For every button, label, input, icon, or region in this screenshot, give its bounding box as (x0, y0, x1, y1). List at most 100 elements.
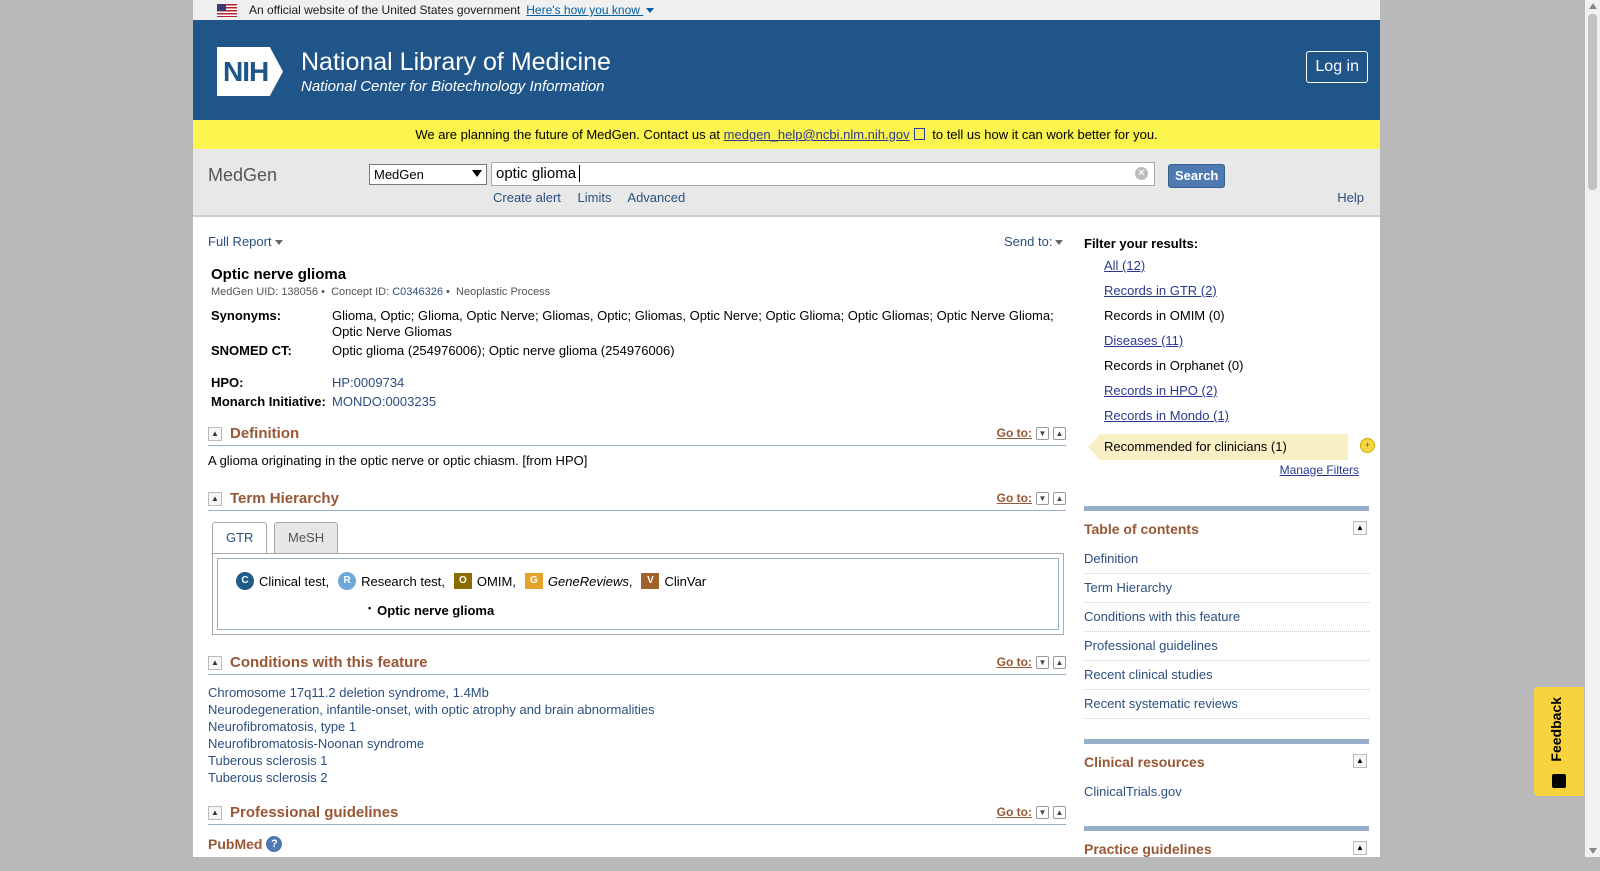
toc-item[interactable]: Recent systematic reviews (1084, 690, 1369, 719)
pubmed-heading: PubMed ? (208, 836, 283, 852)
search-input[interactable]: optic glioma ✕ (491, 162, 1155, 186)
clinicaltrials-link[interactable]: ClinicalTrials.gov (1084, 778, 1369, 806)
filter-omim: Records in OMIM (0) (1104, 308, 1225, 323)
chevron-down-icon (646, 8, 655, 13)
filter-gtr[interactable]: Records in GTR (2) (1104, 283, 1217, 298)
filter-all[interactable]: All (12) (1104, 258, 1145, 273)
copy-icon[interactable] (913, 128, 925, 140)
banner-text-after: to tell us how it can work better for yo… (932, 127, 1158, 142)
collapse-icon[interactable]: ▲ (1353, 841, 1367, 855)
toc-title: Table of contents (1084, 521, 1199, 537)
next-section-icon[interactable]: ▼ (1036, 656, 1049, 669)
search-button[interactable]: Search (1168, 164, 1226, 188)
goto-link[interactable]: Go to: (997, 805, 1032, 819)
us-flag-icon (217, 3, 237, 17)
collapse-icon[interactable]: ▲ (208, 656, 222, 670)
collapse-icon[interactable]: ▲ (208, 806, 222, 820)
clear-icon[interactable]: ✕ (1135, 167, 1148, 180)
ncbi-subtitle: National Center for Biotechnology Inform… (301, 78, 605, 95)
legend-comma: , (628, 573, 633, 589)
manage-filters-link[interactable]: Manage Filters (1280, 463, 1359, 477)
feedback-button[interactable]: Feedback (1534, 687, 1584, 796)
bullet-icon: • (368, 603, 372, 613)
scrollbar[interactable] (1585, 0, 1600, 857)
next-section-icon[interactable]: ▼ (1036, 806, 1049, 819)
scroll-up-icon[interactable] (1589, 3, 1597, 9)
hierarchy-area: GTR MeSH C Clinical test, R Research tes… (208, 228, 1066, 648)
toc-item[interactable]: Professional guidelines (1084, 632, 1369, 661)
practice-portlet: Practice guidelines ▲ (1084, 826, 1369, 871)
condition-link[interactable]: Neurofibromatosis, type 1 (208, 718, 655, 735)
genereviews-badge: G (524, 573, 543, 589)
gov-banner-text: An official website of the United States… (249, 3, 521, 17)
filter-title: Filter your results: (1084, 236, 1199, 251)
omim-label: OMIM, (476, 573, 516, 589)
guidelines-section-header: ▲ Professional guidelines Go to: ▼ ▲ (208, 804, 1066, 825)
research-test-label: Research test, (361, 573, 445, 589)
tab-mesh[interactable]: MeSH (274, 522, 339, 553)
toc-item[interactable]: Definition (1084, 545, 1369, 574)
toc-portlet: Table of contents ▲ Definition Term Hier… (1084, 506, 1369, 721)
banner-email-link[interactable]: medgen_help@ncbi.nlm.nih.gov (724, 127, 910, 142)
help-link[interactable]: Help (1337, 190, 1364, 205)
hierarchy-node-label: Optic nerve glioma (377, 603, 495, 618)
tab-gtr[interactable]: GTR (212, 522, 268, 554)
clinvar-badge: V (641, 573, 660, 589)
feedback-icon (1552, 774, 1566, 788)
create-alert-link[interactable]: Create alert (493, 190, 561, 205)
condition-link[interactable]: Neurofibromatosis-Noonan syndrome (208, 735, 655, 752)
database-name[interactable]: MedGen (208, 165, 277, 186)
gov-banner: An official website of the United States… (193, 0, 1380, 20)
conditions-list: Chromosome 17q11.2 deletion syndrome, 1.… (208, 684, 655, 786)
collapse-icon[interactable]: ▲ (1353, 521, 1367, 535)
database-select[interactable]: MedGen (369, 164, 487, 185)
goto-link[interactable]: Go to: (997, 655, 1032, 669)
nih-logo[interactable]: NIH (217, 47, 283, 96)
toc-item[interactable]: Conditions with this feature (1084, 603, 1369, 632)
resource-legend: C Clinical test, R Research test, O OMIM… (236, 572, 706, 590)
filter-list: All (12) Records in GTR (2) Records in O… (1104, 253, 1243, 428)
research-test-badge: R (338, 572, 357, 590)
condition-link[interactable]: Chromosome 17q11.2 deletion syndrome, 1.… (208, 684, 655, 701)
genereviews-label: GeneReviews (547, 573, 629, 589)
filter-mondo[interactable]: Records in Mondo (1) (1104, 408, 1229, 423)
conditions-section-header: ▲ Conditions with this feature Go to: ▼ … (208, 654, 1066, 675)
login-button[interactable]: Log in (1306, 51, 1368, 83)
dropdown-arrow-icon (472, 170, 482, 177)
condition-link[interactable]: Neurodegeneration, infantile-onset, with… (208, 701, 655, 718)
condition-link[interactable]: Tuberous sclerosis 2 (208, 769, 655, 786)
pubmed-label: PubMed (208, 836, 263, 852)
hierarchy-panel-inner: C Clinical test, R Research test, O OMIM… (217, 558, 1059, 630)
collapse-icon[interactable]: ▲ (1353, 754, 1367, 768)
text-cursor (579, 165, 581, 182)
limits-link[interactable]: Limits (578, 190, 612, 205)
prev-section-icon[interactable]: ▲ (1053, 806, 1066, 819)
clinical-test-badge: C (236, 572, 254, 590)
clinvar-label: ClinVar (664, 573, 707, 589)
filter-diseases[interactable]: Diseases (11) (1104, 333, 1183, 348)
prev-section-icon[interactable]: ▲ (1053, 656, 1066, 669)
scroll-down-icon[interactable] (1589, 848, 1597, 854)
clinical-portlet: Clinical resources ▲ ClinicalTrials.gov (1084, 739, 1369, 824)
condition-link[interactable]: Tuberous sclerosis 1 (208, 752, 655, 769)
filter-orphanet: Records in Orphanet (0) (1104, 358, 1244, 373)
filter-hpo[interactable]: Records in HPO (2) (1104, 383, 1217, 398)
help-icon[interactable]: ? (266, 836, 283, 852)
clinical-test-label: Clinical test, (259, 573, 330, 589)
hierarchy-node: • Optic nerve glioma (368, 603, 494, 618)
database-select-value: MedGen (374, 167, 424, 182)
nlm-title[interactable]: National Library of Medicine (301, 48, 611, 77)
hierarchy-panel: C Clinical test, R Research test, O OMIM… (212, 553, 1064, 635)
heres-how-you-know-link[interactable]: Here's how you know (526, 3, 655, 17)
scroll-thumb[interactable] (1588, 14, 1597, 190)
guidelines-title: Professional guidelines (230, 804, 399, 821)
recommended-filter[interactable]: Recommended for clinicians (1) (1088, 434, 1348, 460)
toc-item[interactable]: Term Hierarchy (1084, 574, 1369, 603)
add-filter-icon[interactable]: + (1360, 438, 1375, 453)
advanced-link[interactable]: Advanced (627, 190, 685, 205)
search-query: optic glioma (496, 165, 577, 182)
heres-how-you-know-label: Here's how you know (526, 3, 640, 17)
feedback-label: Feedback (1548, 697, 1564, 762)
feedback-banner: We are planning the future of MedGen. Co… (193, 120, 1380, 149)
toc-item[interactable]: Recent clinical studies (1084, 661, 1369, 690)
